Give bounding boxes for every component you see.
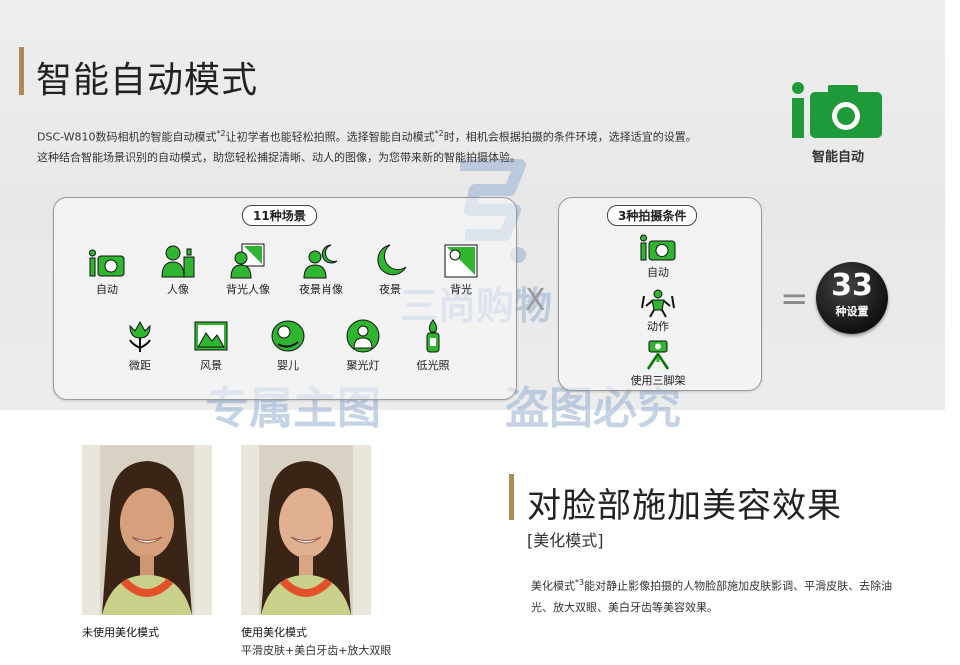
- intro-text-2: 让初学者也能轻松拍照。选择智能自动模式: [225, 130, 435, 144]
- photo1-caption: 未使用美化模式: [82, 626, 159, 639]
- photo2-caption: 使用美化模式: [241, 626, 307, 639]
- macro-icon: [129, 320, 151, 352]
- section2-title: 对脸部施加美容效果: [527, 486, 842, 526]
- result-number: 33: [831, 268, 873, 303]
- backlight-icon: [444, 244, 478, 278]
- motion-icon: [641, 289, 675, 318]
- intro-text-4: 这种结合智能场景识别的自动模式，助您轻松捕捉清晰、动人的图像，为您带来新的智能拍…: [37, 150, 521, 164]
- backlight-portrait-icon: [230, 243, 265, 279]
- auto-camera-icon: [640, 234, 676, 261]
- title-accent-bar: [19, 47, 24, 95]
- multiply-sign: X: [525, 283, 546, 318]
- body-text-2: 能对静止影像拍摄的人物脸部施加皮肤影调、平滑皮肤、去除油: [584, 579, 893, 593]
- photo-with-beauty-mode: [241, 445, 371, 615]
- intelligent-auto-logo: 智能自动: [790, 82, 890, 165]
- intelligent-auto-camera-icon: [792, 82, 882, 138]
- footnote-ref: *3: [575, 578, 585, 587]
- scene-label: 背光人像: [226, 283, 270, 296]
- tripod-icon: [646, 340, 670, 370]
- low-light-icon: [426, 319, 440, 353]
- equals-sign: =: [780, 279, 809, 319]
- scene-label: 人像: [167, 283, 189, 296]
- photo-without-beauty-mode: [82, 445, 212, 615]
- photo2-subcaption: 平滑皮肤+美白牙齿+放大双眼: [241, 644, 392, 657]
- result-badge: 33 种设置: [816, 262, 888, 334]
- condition-label: 自动: [647, 266, 669, 279]
- scenes-count-pill: 11种场景: [242, 205, 317, 226]
- night-scene-icon: [377, 244, 407, 276]
- footnote-ref: *2: [216, 129, 226, 138]
- condition-label: 使用三脚架: [630, 374, 686, 387]
- baby-icon: [271, 320, 305, 352]
- portrait-photo: [82, 445, 212, 615]
- intro-paragraph: DSC-W810数码相机的智能自动模式*2让初学者也能轻松拍照。选择智能自动模式…: [37, 124, 777, 168]
- portrait-icon: [161, 245, 195, 278]
- condition-label: 动作: [647, 320, 669, 333]
- section2-accent-bar: [509, 474, 514, 520]
- intro-text-3: 时，相机会根据拍摄的条件环境，选择适宜的设置。: [443, 130, 697, 144]
- footnote-ref: *2: [434, 129, 444, 138]
- scene-label: 风景: [200, 359, 222, 372]
- landscape-icon: [194, 321, 228, 351]
- auto-camera-icon: [89, 249, 125, 277]
- result-label: 种设置: [835, 305, 869, 318]
- night-portrait-icon: [303, 244, 338, 279]
- scene-label: 微距: [129, 359, 151, 372]
- scene-label: 自动: [96, 283, 118, 296]
- logo-label: 智能自动: [812, 150, 865, 165]
- intro-text-1: DSC-W810数码相机的智能自动模式: [37, 130, 217, 144]
- scene-label: 夜景肖像: [299, 283, 343, 296]
- scene-label: 婴儿: [277, 359, 299, 372]
- scene-label: 夜景: [379, 283, 401, 296]
- body-text-3: 光、放大双眼、美白牙齿等美容效果。: [531, 600, 718, 614]
- portrait-photo: [241, 445, 371, 615]
- scene-label: 低光照: [416, 359, 450, 372]
- beauty-mode-description: 美化模式*3能对静止影像拍摄的人物脸部施加皮肤影调、平滑皮肤、去除油 光、放大双…: [531, 572, 931, 618]
- section2-subtitle: [美化模式]: [527, 531, 604, 550]
- scene-label: 背光: [450, 283, 472, 296]
- conditions-count-pill: 3种拍摄条件: [607, 205, 698, 226]
- page-title: 智能自动模式: [36, 60, 259, 101]
- scene-label: 聚光灯: [346, 359, 380, 372]
- spotlight-icon: [346, 319, 380, 353]
- body-text-1: 美化模式: [531, 579, 575, 593]
